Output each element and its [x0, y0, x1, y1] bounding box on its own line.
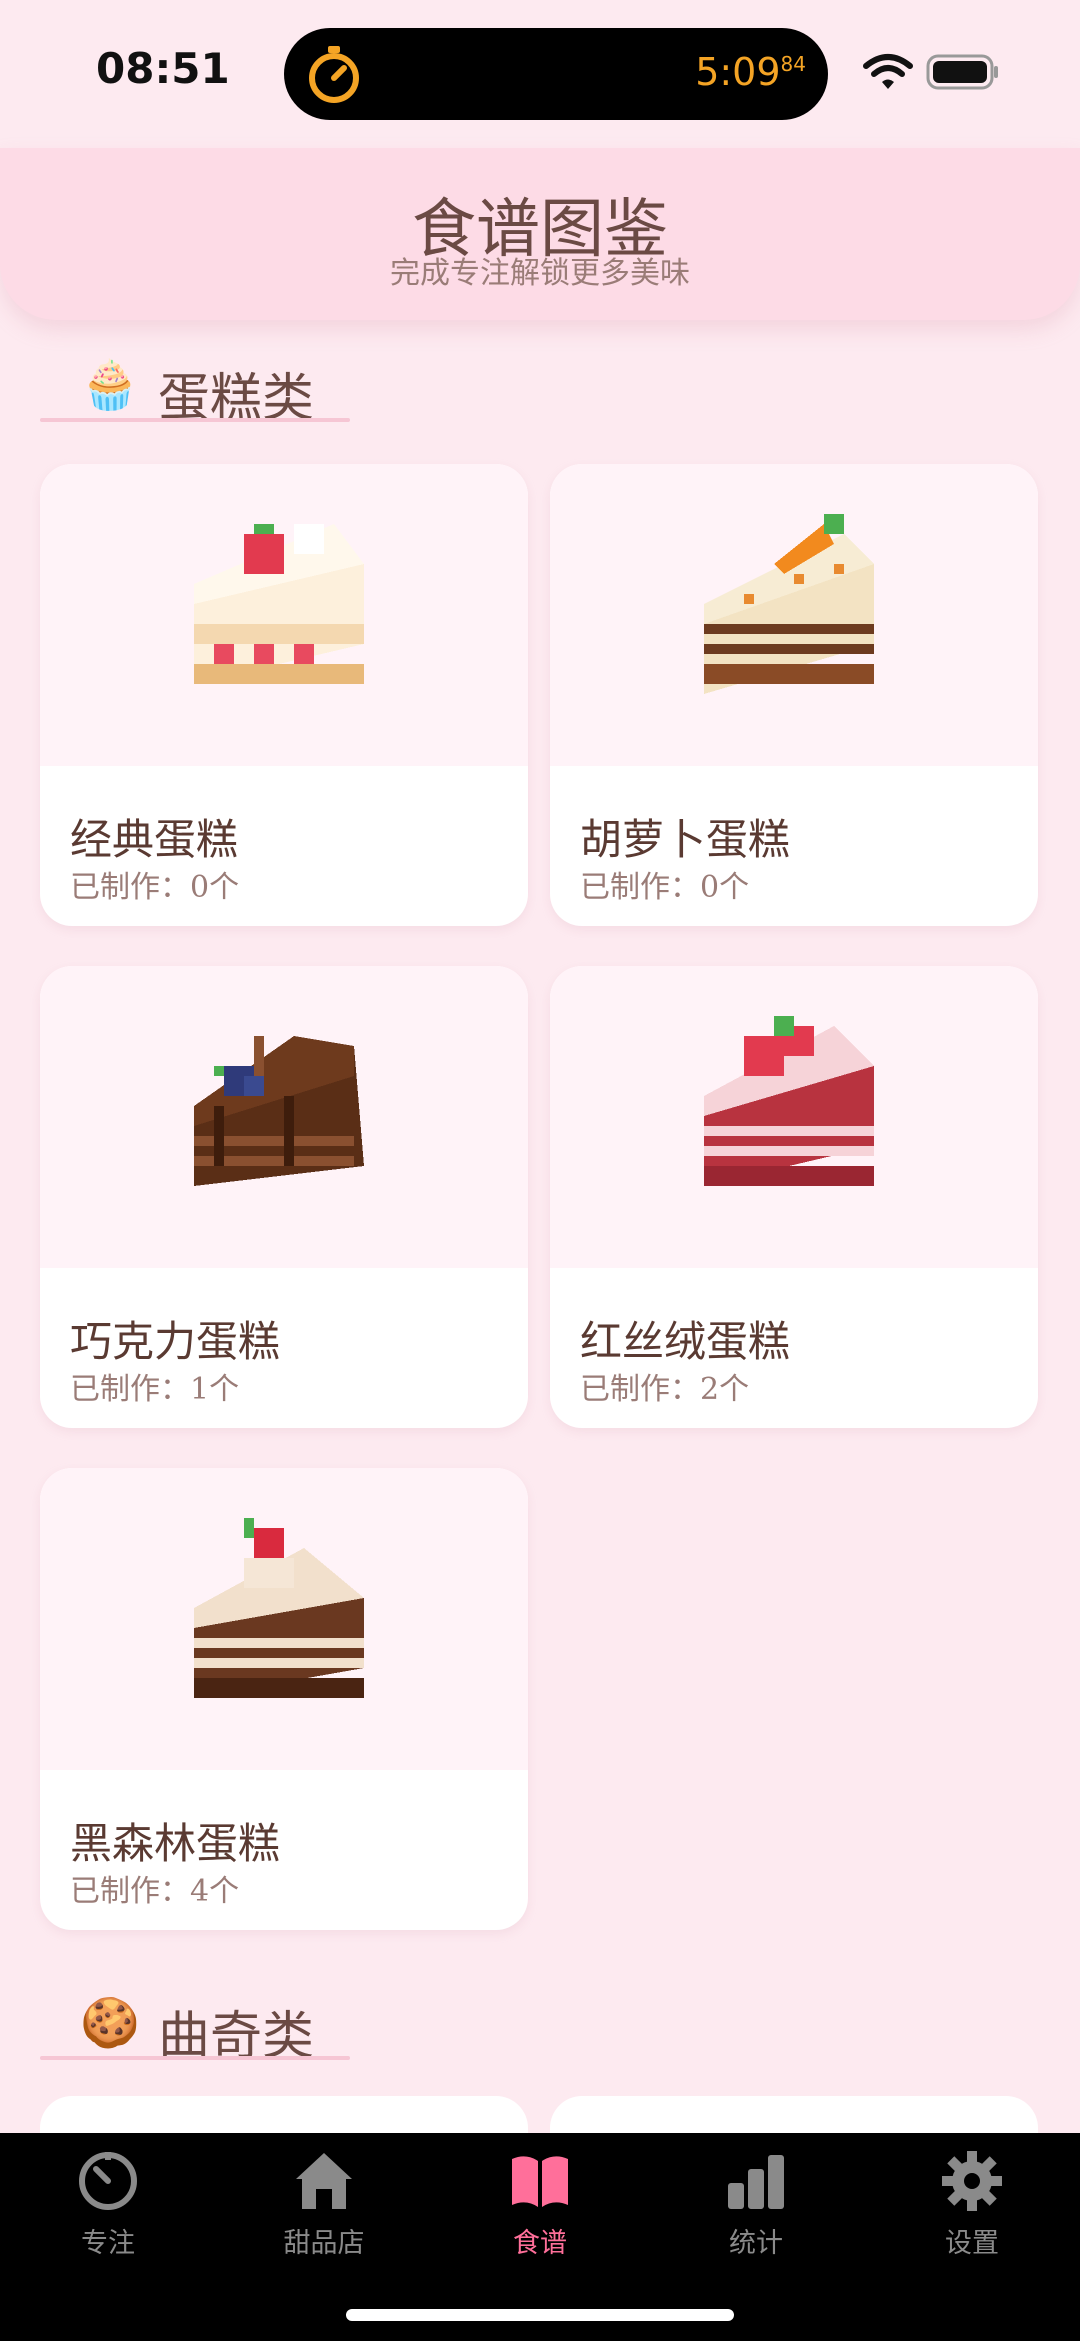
section-heading-cakes: 🧁 蛋糕类	[40, 352, 350, 429]
recipe-card-carrot-cake[interactable]: 胡萝卜蛋糕 已制作：0个	[550, 464, 1038, 926]
card-title: 红丝绒蛋糕	[580, 1317, 791, 1366]
card-title: 黑森林蛋糕	[70, 1819, 281, 1868]
section-underline	[40, 418, 350, 422]
timer-icon	[79, 2152, 137, 2210]
status-time: 08:51	[96, 44, 230, 93]
carrot-cake-icon	[704, 514, 874, 694]
tab-focus[interactable]: 专注	[38, 2149, 178, 2279]
home-indicator[interactable]	[346, 2309, 734, 2321]
card-image	[40, 464, 528, 766]
bar-chart-icon	[728, 2155, 784, 2209]
card-image	[40, 966, 528, 1268]
recipe-card-red-velvet-cake[interactable]: 红丝绒蛋糕 已制作：2个	[550, 966, 1038, 1428]
card-image	[550, 966, 1038, 1268]
card-count: 已制作：4个	[70, 1874, 240, 1909]
card-count: 已制作：1个	[70, 1372, 240, 1407]
card-title: 经典蛋糕	[70, 815, 239, 864]
red-velvet-cake-icon	[704, 1016, 874, 1186]
page-header: 食谱图鉴 完成专注解锁更多美味	[0, 148, 1080, 320]
live-timer: 5:0984	[695, 50, 806, 94]
tab-label: 设置	[945, 2228, 999, 2259]
recipe-card-black-forest-cake[interactable]: 黑森林蛋糕 已制作：4个	[40, 1468, 528, 1930]
tab-shop[interactable]: 甜品店	[254, 2149, 394, 2279]
strawberry-shortcake-icon	[194, 524, 364, 684]
card-title: 胡萝卜蛋糕	[580, 815, 791, 864]
card-title: 巧克力蛋糕	[70, 1317, 281, 1366]
house-icon	[296, 2153, 352, 2209]
live-timer-fraction: 84	[780, 52, 806, 76]
card-image	[550, 464, 1038, 766]
dynamic-island[interactable]: 5:0984	[284, 28, 828, 120]
recipe-card-chocolate-cake[interactable]: 巧克力蛋糕 已制作：1个	[40, 966, 528, 1428]
tab-label: 统计	[729, 2228, 783, 2259]
chocolate-cake-icon	[194, 1036, 364, 1186]
gear-icon	[942, 2151, 1002, 2211]
battery-icon	[926, 54, 998, 90]
tab-label: 专注	[81, 2228, 135, 2259]
card-image	[40, 1468, 528, 1770]
card-count: 已制作：2个	[580, 1372, 750, 1407]
card-count: 已制作：0个	[70, 870, 240, 905]
tab-stats[interactable]: 统计	[686, 2149, 826, 2279]
open-book-icon	[512, 2156, 568, 2207]
card-count: 已制作：0个	[580, 870, 750, 905]
tab-settings[interactable]: 设置	[902, 2149, 1042, 2279]
section-underline	[40, 2056, 350, 2060]
live-timer-value: 5:09	[695, 50, 781, 94]
black-forest-cake-icon	[194, 1518, 364, 1698]
tab-label: 甜品店	[283, 2228, 365, 2259]
status-bar: 08:51 5:0984	[0, 0, 1080, 140]
tab-recipes[interactable]: 食谱	[470, 2149, 610, 2279]
stopwatch-icon	[309, 46, 359, 103]
wifi-icon	[863, 54, 913, 89]
section-heading-cookies: 🍪 曲奇类	[40, 1990, 350, 2067]
page-subtitle: 完成专注解锁更多美味	[390, 256, 690, 291]
recipe-card-classic-cake[interactable]: 经典蛋糕 已制作：0个	[40, 464, 528, 926]
cookie-icon: 🍪	[80, 1995, 140, 2051]
cupcake-icon: 🧁	[80, 357, 140, 413]
tab-label: 食谱	[513, 2228, 567, 2259]
